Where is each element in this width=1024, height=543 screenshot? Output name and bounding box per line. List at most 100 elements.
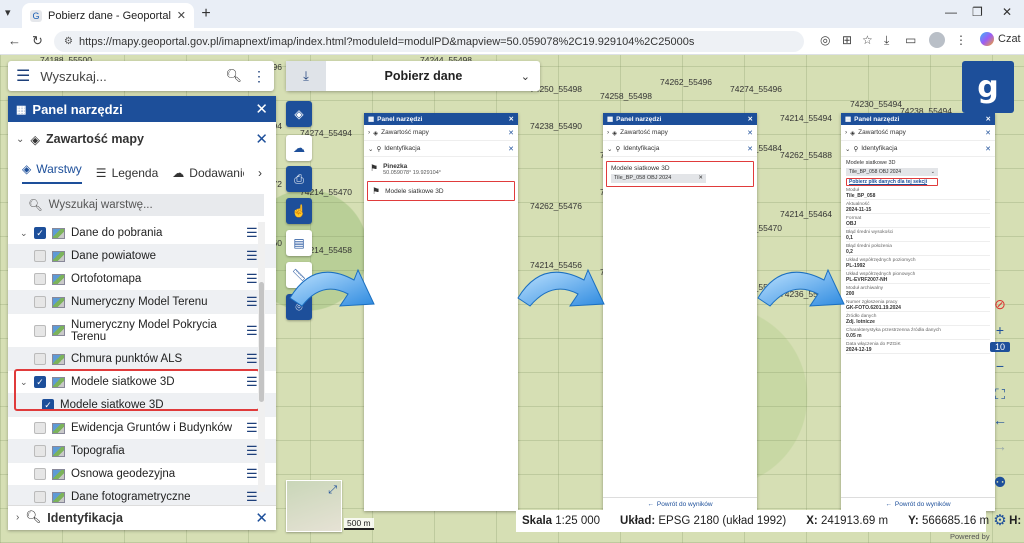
search-icon: ⚲: [853, 145, 859, 153]
close-identification-icon[interactable]: ✕: [255, 509, 268, 527]
minimize-icon[interactable]: —: [945, 5, 957, 19]
layer-row[interactable]: Dane powiatowe ☰: [8, 245, 276, 268]
layer-row[interactable]: Ewidencja Gruntów i Budynków ☰: [8, 417, 276, 440]
chevron-down-icon[interactable]: ⌄: [16, 134, 24, 145]
clipboard-tool-button[interactable]: ▤: [286, 230, 312, 256]
layer-scrollbar[interactable]: [258, 222, 265, 492]
previous-view-icon[interactable]: ←: [990, 412, 1010, 428]
close-panel-icon[interactable]: ✕: [255, 100, 268, 118]
detail-field-value: PL-1992: [846, 263, 866, 269]
close-icon: ✕: [508, 116, 514, 123]
layer-row[interactable]: Ortofotomapa ☰: [8, 268, 276, 291]
layer-row[interactable]: Chmura punktów ALS ☰: [8, 348, 276, 371]
layer-row[interactable]: Osnowa geodezyjna ☰: [8, 463, 276, 486]
layer-thumbnail-icon: [52, 491, 65, 503]
layer-name: Chmura punktów ALS: [71, 353, 183, 365]
tab-warstwy[interactable]: ◈ Warstwy: [22, 162, 82, 184]
download-data-module[interactable]: ⤓ Pobierz dane ⌄: [286, 61, 540, 91]
site-info-icon[interactable]: ⚙: [64, 36, 73, 47]
geoportal-logo[interactable]: g: [962, 61, 1014, 113]
identification-section[interactable]: › 🔍︎ Identyfikacja ✕: [8, 505, 276, 529]
search-icon[interactable]: 🔍︎: [225, 68, 242, 84]
layer-thumbnail-icon: [52, 250, 65, 262]
example-panel-3-content-label: Zawartość mapy: [858, 129, 906, 136]
close-window-icon[interactable]: ✕: [1002, 5, 1012, 19]
grid-icon: ▦: [845, 116, 852, 123]
download-icon[interactable]: ⤓: [884, 33, 889, 48]
scale-status[interactable]: Skala 1:25 000: [522, 515, 600, 527]
extension-icon[interactable]: ▭: [905, 33, 916, 47]
zoom-level-badge: 10: [990, 342, 1010, 352]
expand-icon[interactable]: ⤢: [328, 484, 337, 497]
layer-checkbox[interactable]: [34, 468, 46, 480]
zoom-in-icon[interactable]: +: [990, 322, 1010, 338]
url-field[interactable]: ⚙ https://mapy.geoportal.gov.pl/imapnext…: [54, 31, 804, 52]
chevron-right-icon[interactable]: ›: [16, 512, 19, 523]
maximize-icon[interactable]: ❐: [972, 5, 983, 19]
tab-search-icon[interactable]: ▾: [5, 6, 11, 19]
new-tab-icon[interactable]: +: [196, 4, 216, 24]
tools-panel-title: Panel narzędzi: [32, 101, 123, 117]
scrollbar-thumb[interactable]: [259, 282, 264, 402]
layer-row[interactable]: Topografia ☰: [8, 440, 276, 463]
chevron-right-icon[interactable]: ›: [258, 166, 262, 180]
zoom-out-icon[interactable]: −: [990, 358, 1010, 374]
map-grid-label: 74262_55488: [780, 150, 833, 160]
close-tab-icon[interactable]: ✕: [177, 9, 186, 22]
map-content-section[interactable]: ⌄ ◈ Zawartość mapy ✕: [8, 122, 276, 156]
profile-avatar[interactable]: [929, 32, 945, 48]
no-rotate-icon[interactable]: ⊘: [990, 296, 1010, 313]
print-tool-button[interactable]: ⎙: [286, 166, 312, 192]
arrow-left-icon: ←: [647, 501, 654, 508]
map-content-title: Zawartość mapy: [46, 132, 144, 146]
translate-icon[interactable]: ⊞: [842, 33, 852, 47]
tab-dodawanie[interactable]: ☁ Dodawanie: [172, 166, 244, 180]
chevron-down-icon[interactable]: ⌄: [521, 70, 530, 83]
back-icon[interactable]: ←: [8, 33, 21, 48]
bookmark-star-icon[interactable]: ☆: [862, 33, 873, 47]
menu-dots-icon[interactable]: ⋮: [955, 33, 967, 47]
overview-minimap[interactable]: ⤢: [286, 480, 342, 532]
layer-checkbox[interactable]: ✓: [34, 227, 46, 239]
layer-row[interactable]: Numeryczny Model Terenu ☰: [8, 291, 276, 314]
close-icon: ✕: [698, 175, 703, 181]
more-options-icon[interactable]: ⋮: [252, 68, 266, 85]
search-input[interactable]: Wyszukaj...: [40, 69, 215, 84]
cloud-tool-button[interactable]: ☁: [286, 135, 312, 161]
layer-checkbox[interactable]: [34, 445, 46, 457]
search-box[interactable]: ☰ Wyszukaj... 🔍︎ ⋮: [8, 61, 274, 91]
layer-checkbox[interactable]: [34, 324, 46, 337]
tab-legenda[interactable]: ☰ Legenda: [96, 166, 158, 180]
layer-checkbox[interactable]: [34, 422, 46, 434]
crs-status[interactable]: Układ: EPSG 2180 (układ 1992): [620, 515, 786, 527]
close-section-icon[interactable]: ✕: [255, 130, 268, 148]
layer-checkbox[interactable]: [34, 273, 46, 285]
download-icon: ⤓: [286, 61, 326, 91]
chevron-down-icon[interactable]: ⌄: [20, 228, 28, 239]
layer-thumbnail-icon: [52, 325, 65, 336]
hamburger-menu-icon[interactable]: ☰: [16, 66, 30, 86]
example-panel-2-model-box: Modele siatkowe 3D Tile_BP_058 OBJ 2024 ✕: [606, 161, 754, 187]
next-view-icon[interactable]: →: [990, 438, 1010, 454]
layers-tool-button[interactable]: ◈: [286, 101, 312, 127]
fullscreen-icon[interactable]: ⛶: [990, 386, 1010, 403]
chevron-right-icon: ›: [845, 129, 848, 136]
people-icon[interactable]: ⚉: [990, 474, 1010, 491]
tracking-icon[interactable]: ◎: [820, 33, 830, 47]
layer-row[interactable]: ⌄ ✓ Dane do pobrania ☰: [8, 222, 276, 245]
settings-gear-icon[interactable]: ⚙: [990, 511, 1010, 531]
layer-checkbox[interactable]: [34, 353, 46, 365]
reload-icon[interactable]: ↻: [32, 33, 43, 49]
detail-field: Format OBJ: [846, 216, 990, 228]
layer-checkbox[interactable]: [34, 296, 46, 308]
example-panel-2-ident-label: Identyfikacja: [623, 145, 660, 152]
browser-tab[interactable]: G Pobierz dane - Geoportal - GUGiK ✕: [22, 3, 194, 28]
grid-icon: ▦: [368, 116, 375, 123]
layer-checkbox[interactable]: [34, 250, 46, 262]
layer-search-input[interactable]: 🔍︎ Wyszukaj warstwę...: [20, 194, 264, 216]
identify-tool-button[interactable]: ☝: [286, 198, 312, 224]
layer-checkbox[interactable]: [34, 491, 46, 503]
tools-panel: ▦ Panel narzędzi ✕ ⌄ ◈ Zawartość mapy ✕ …: [8, 96, 276, 530]
layer-row[interactable]: Numeryczny Model Pokrycia Terenu ☰: [8, 314, 276, 348]
czat-button[interactable]: Czat: [980, 32, 1021, 46]
